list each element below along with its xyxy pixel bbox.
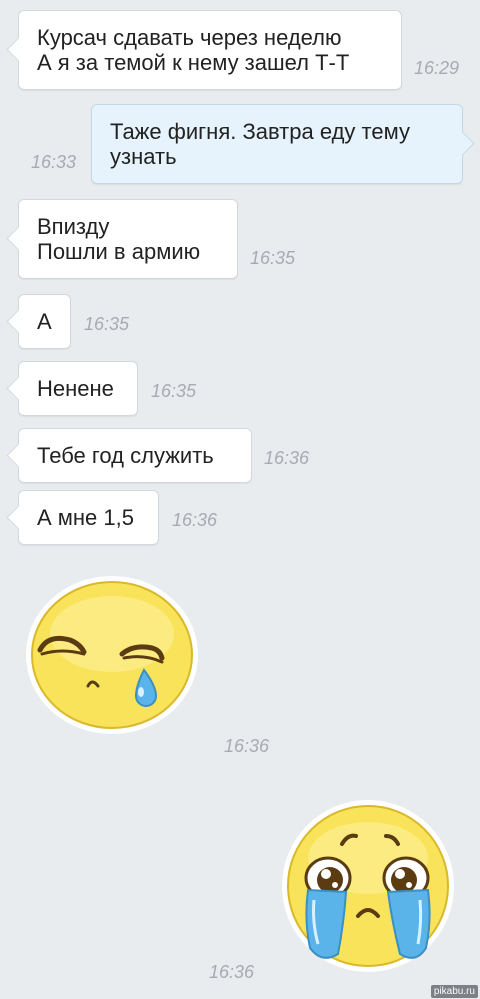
- crying-sticker[interactable]: [282, 798, 458, 974]
- message-timestamp: 16:35: [250, 248, 296, 268]
- bubble-tail: [6, 37, 31, 62]
- message-text: А я за темой к нему зашел Т-Т: [37, 50, 350, 75]
- message-bubble-incoming[interactable]: Курсач сдавать через неделю А я за темой…: [6, 10, 402, 90]
- bubble-tail: [450, 131, 475, 156]
- message-bubble-incoming[interactable]: Впизду Пошли в армию: [6, 199, 238, 279]
- message-text: А: [37, 309, 52, 334]
- watermark: pikabu.ru: [430, 985, 478, 998]
- message-bubble-outgoing[interactable]: Таже фигня. Завтра еду тему узнать: [91, 104, 475, 184]
- message-text: Пошли в армию: [37, 239, 201, 264]
- sticker-timestamp: 16:36: [224, 736, 270, 756]
- message-text: Курсач сдавать через неделю: [37, 25, 342, 50]
- message-text: Ненене: [37, 376, 114, 401]
- message-bubble-incoming[interactable]: Тебе год служить: [6, 428, 252, 483]
- sticker-timestamp: 16:36: [209, 962, 255, 982]
- message-timestamp: 16:29: [414, 58, 460, 78]
- message-timestamp: 16:36: [172, 510, 218, 530]
- message-timestamp: 16:35: [151, 381, 197, 401]
- message-bubble-incoming[interactable]: А мне 1,5: [6, 490, 159, 545]
- message-text: А мне 1,5: [37, 505, 134, 530]
- crying-emoji-icon: [282, 800, 454, 972]
- message-timestamp: 16:35: [84, 314, 130, 334]
- message-text: Таже фигня. Завтра еду тему: [110, 119, 410, 144]
- message-text: узнать: [110, 144, 177, 169]
- bubble-tail: [6, 375, 31, 401]
- bubble-tail: [6, 504, 31, 530]
- bubble-tail: [6, 308, 31, 334]
- message-text: Впизду: [37, 214, 110, 239]
- message-timestamp: 16:36: [264, 448, 310, 468]
- bubble-tail: [6, 442, 31, 468]
- message-bubble-incoming[interactable]: А: [6, 294, 71, 349]
- bubble-tail: [6, 226, 31, 251]
- message-text: Тебе год служить: [37, 443, 214, 468]
- sad-tear-emoji-icon: [26, 576, 198, 734]
- message-timestamp: 16:33: [31, 152, 77, 172]
- message-bubble-incoming[interactable]: Ненене: [6, 361, 138, 416]
- sad-tear-sticker[interactable]: [26, 574, 202, 734]
